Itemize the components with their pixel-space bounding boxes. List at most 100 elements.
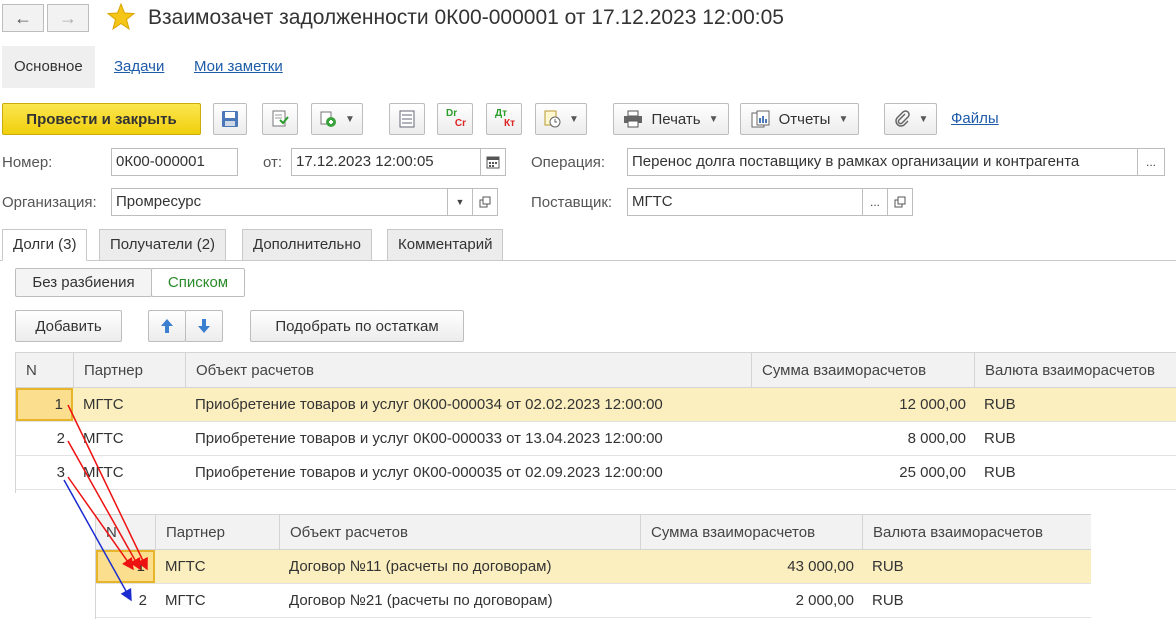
column-sum[interactable]: Сумма взаиморасчетов — [640, 515, 862, 549]
post-button[interactable] — [262, 103, 298, 135]
row-number: 1 — [96, 550, 155, 583]
ellipsis-icon: ... — [1145, 155, 1156, 169]
row-number: 1 — [16, 388, 73, 421]
create-based-on-button[interactable]: ▼ — [311, 103, 363, 135]
number-label: Номер: — [2, 154, 53, 171]
section-tab-notes[interactable]: Мои заметки — [182, 46, 295, 88]
section-tab-tasks[interactable]: Задачи — [102, 46, 176, 88]
tab-debts[interactable]: Долги (3) — [2, 229, 88, 261]
printer-icon — [624, 110, 643, 128]
tab-additional[interactable]: Дополнительно — [242, 229, 372, 261]
row-sum: 43 000,00 — [787, 558, 854, 575]
pick-by-balance-button[interactable]: Подобрать по остаткам — [250, 310, 464, 342]
open-window-icon — [894, 196, 906, 208]
organization-open-button[interactable] — [472, 188, 498, 216]
no-split-toggle[interactable]: Без разбиения — [15, 268, 152, 297]
column-partner[interactable]: Партнер — [155, 515, 279, 549]
supplier-label: Поставщик: — [531, 194, 613, 211]
number-field[interactable]: 0К00-000001 — [111, 148, 238, 176]
row-partner: МГТС — [165, 558, 206, 575]
structure-button[interactable] — [389, 103, 425, 135]
row-currency: RUB — [984, 464, 1016, 481]
tab-recipients[interactable]: Получатели (2) — [99, 229, 227, 261]
move-down-button[interactable] — [185, 310, 223, 342]
debts-table: N Партнер Объект расчетов Сумма взаимора… — [15, 352, 1176, 493]
row-partner: МГТС — [83, 464, 124, 481]
arrow-up-icon — [161, 319, 173, 333]
row-sum: 2 000,00 — [795, 592, 854, 609]
dt-kt-button[interactable]: Дт Кт — [486, 103, 522, 135]
column-n[interactable]: N — [95, 515, 155, 549]
paperclip-icon — [894, 110, 910, 127]
row-sum: 12 000,00 — [899, 396, 966, 413]
calendar-button[interactable] — [480, 148, 506, 176]
print-button[interactable]: Печать ▼ — [613, 103, 729, 135]
operation-select-button[interactable]: ... — [1137, 148, 1165, 176]
supplier-field[interactable]: МГТС — [627, 188, 863, 216]
column-currency[interactable]: Валюта взаиморасчетов — [862, 515, 1091, 549]
calendar-icon — [486, 156, 500, 169]
supplier-select-button[interactable]: ... — [862, 188, 888, 216]
table-row[interactable]: 1 МГТС Приобретение товаров и услуг 0К00… — [16, 388, 1176, 422]
supplier-open-button[interactable] — [887, 188, 913, 216]
row-object: Договор №21 (расчеты по договорам) — [289, 592, 553, 609]
row-currency: RUB — [984, 430, 1016, 447]
row-currency: RUB — [984, 396, 1016, 413]
column-object[interactable]: Объект расчетов — [279, 515, 640, 549]
column-partner[interactable]: Партнер — [73, 353, 185, 387]
organization-dropdown-button[interactable]: ▼ — [447, 188, 473, 216]
arrow-down-icon — [198, 319, 210, 333]
ellipsis-icon: ... — [869, 195, 880, 209]
post-and-close-button[interactable]: Провести и закрыть — [2, 103, 201, 135]
dr-cr-button[interactable]: Dr Cr — [437, 103, 473, 135]
create-based-icon — [320, 111, 337, 127]
operation-field[interactable]: Перенос долга поставщику в рамках органи… — [627, 148, 1138, 176]
list-document-icon — [399, 110, 415, 128]
row-currency: RUB — [872, 558, 904, 575]
chevron-down-icon: ▼ — [569, 113, 579, 125]
column-n[interactable]: N — [15, 353, 73, 387]
move-up-button[interactable] — [148, 310, 186, 342]
files-link[interactable]: Файлы — [951, 110, 999, 127]
date-field[interactable]: 17.12.2023 12:00:05 — [291, 148, 481, 176]
row-partner: МГТС — [165, 592, 206, 609]
save-button[interactable] — [213, 103, 247, 135]
chevron-down-icon: ▼ — [708, 113, 719, 125]
window-title: Взаимозачет задолженности 0К00-000001 от… — [148, 6, 784, 29]
row-number: 3 — [56, 464, 65, 481]
row-sum: 8 000,00 — [907, 430, 966, 447]
row-object: Договор №11 (расчеты по договорам) — [289, 558, 552, 575]
table-row[interactable]: 3 МГТС Приобретение товаров и услуг 0К00… — [16, 456, 1176, 490]
chevron-down-icon: ▼ — [918, 113, 929, 125]
row-partner: МГТС — [83, 396, 124, 413]
debts-table-header: N Партнер Объект расчетов Сумма взаимора… — [15, 352, 1176, 388]
back-button[interactable]: ← — [2, 4, 44, 32]
reports-button[interactable]: Отчеты ▼ — [740, 103, 859, 135]
row-object: Приобретение товаров и услуг 0К00-000034… — [195, 396, 663, 413]
arrow-left-icon: ← — [14, 7, 32, 28]
favorite-star-icon[interactable] — [106, 2, 136, 36]
attachments-button[interactable]: ▼ — [884, 103, 937, 135]
column-object[interactable]: Объект расчетов — [185, 353, 751, 387]
column-sum[interactable]: Сумма взаиморасчетов — [751, 353, 974, 387]
recipients-table: N Партнер Объект расчетов Сумма взаимора… — [95, 514, 1091, 619]
row-number: 2 — [138, 592, 147, 609]
reports-icon — [751, 110, 770, 128]
tab-comment[interactable]: Комментарий — [387, 229, 504, 261]
table-row[interactable]: 2 МГТС Договор №21 (расчеты по договорам… — [96, 584, 1091, 618]
row-object: Приобретение товаров и услуг 0К00-000033… — [195, 430, 663, 447]
floppy-disk-icon — [222, 111, 238, 127]
row-object: Приобретение товаров и услуг 0К00-000035… — [195, 464, 663, 481]
organization-field[interactable]: Промресурс — [111, 188, 448, 216]
list-toggle[interactable]: Списком — [151, 268, 245, 297]
table-row[interactable]: 2 МГТС Приобретение товаров и услуг 0К00… — [16, 422, 1176, 456]
table-row[interactable]: 1 МГТС Договор №11 (расчеты по договорам… — [96, 550, 1091, 584]
forward-button[interactable]: → — [47, 4, 89, 32]
add-button[interactable]: Добавить — [15, 310, 122, 342]
recipients-table-header: N Партнер Объект расчетов Сумма взаимора… — [95, 514, 1091, 550]
column-currency[interactable]: Валюта взаиморасчетов — [974, 353, 1176, 387]
section-tab-main[interactable]: Основное — [2, 46, 95, 88]
row-sum: 25 000,00 — [899, 464, 966, 481]
document-history-button[interactable]: ▼ — [535, 103, 587, 135]
post-document-icon — [272, 110, 289, 127]
